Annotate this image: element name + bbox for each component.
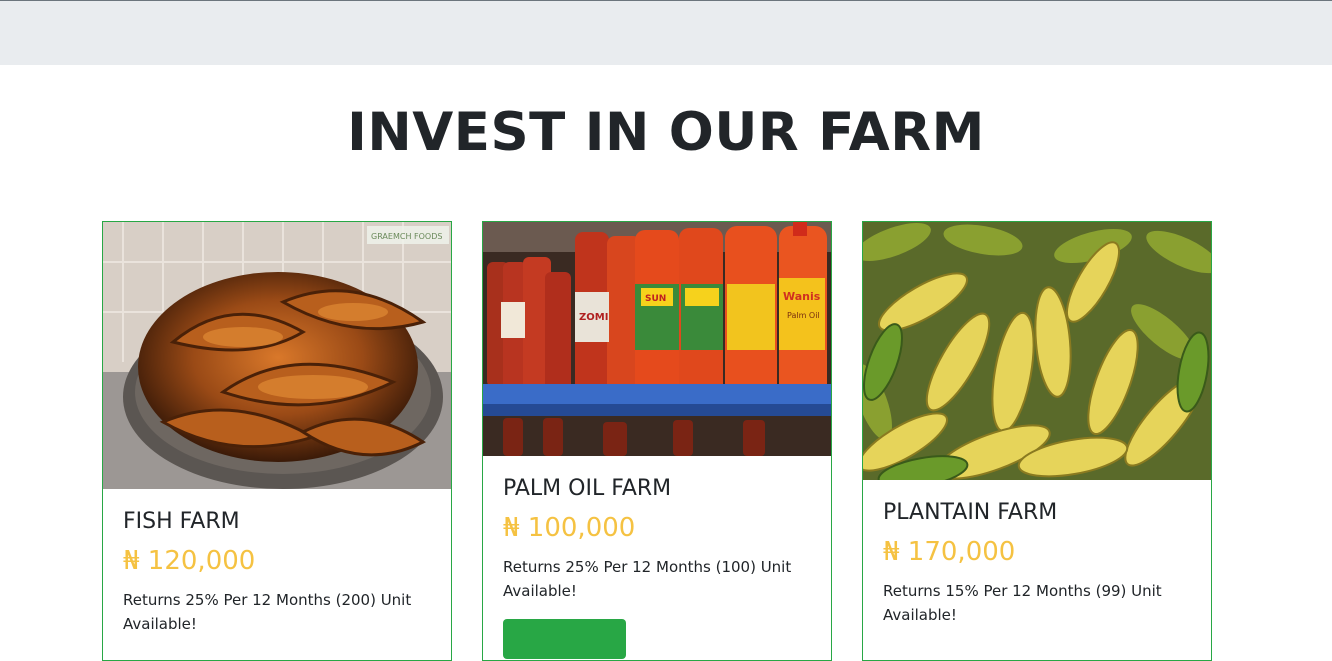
- investment-card-palm-oil[interactable]: ZOMI SUN Wanis Palm Oil PALM OIL FARM ₦ …: [482, 221, 832, 661]
- card-price: ₦ 100,000: [503, 513, 636, 543]
- card-title: PLANTAIN FARM: [883, 500, 1058, 525]
- invest-button[interactable]: [503, 619, 626, 659]
- card-description: Returns 25% Per 12 Months (100) Unit Ava…: [503, 558, 792, 600]
- bottle-label: ZOMI: [579, 312, 608, 323]
- investment-card-plantain[interactable]: PLANTAIN FARM ₦ 170,000 Returns 15% Per …: [862, 221, 1212, 661]
- card-title: PALM OIL FARM: [503, 476, 672, 501]
- image-watermark: GRAEMCH FOODS: [371, 232, 442, 241]
- palm-oil-farm-image: ZOMI SUN Wanis Palm Oil: [483, 222, 831, 456]
- top-navbar: [0, 0, 1332, 65]
- investment-card-fish[interactable]: GRAEMCH FOODS FISH FARM ₦ 120,000 Return…: [102, 221, 452, 661]
- plantain-farm-image: [863, 222, 1211, 480]
- card-description: Returns 25% Per 12 Months (200) Unit Ava…: [123, 591, 412, 633]
- bottle-label: Palm Oil: [787, 311, 820, 320]
- card-description: Returns 15% Per 12 Months (99) Unit Avai…: [883, 582, 1162, 624]
- bottle-label: Wanis: [783, 290, 821, 303]
- card-price: ₦ 170,000: [883, 537, 1016, 567]
- bottle-label: SUN: [645, 294, 666, 304]
- card-title: FISH FARM: [123, 509, 240, 534]
- page-heading: INVEST IN OUR FARM: [347, 102, 985, 163]
- fish-farm-image: GRAEMCH FOODS: [103, 222, 451, 489]
- card-price: ₦ 120,000: [123, 546, 256, 576]
